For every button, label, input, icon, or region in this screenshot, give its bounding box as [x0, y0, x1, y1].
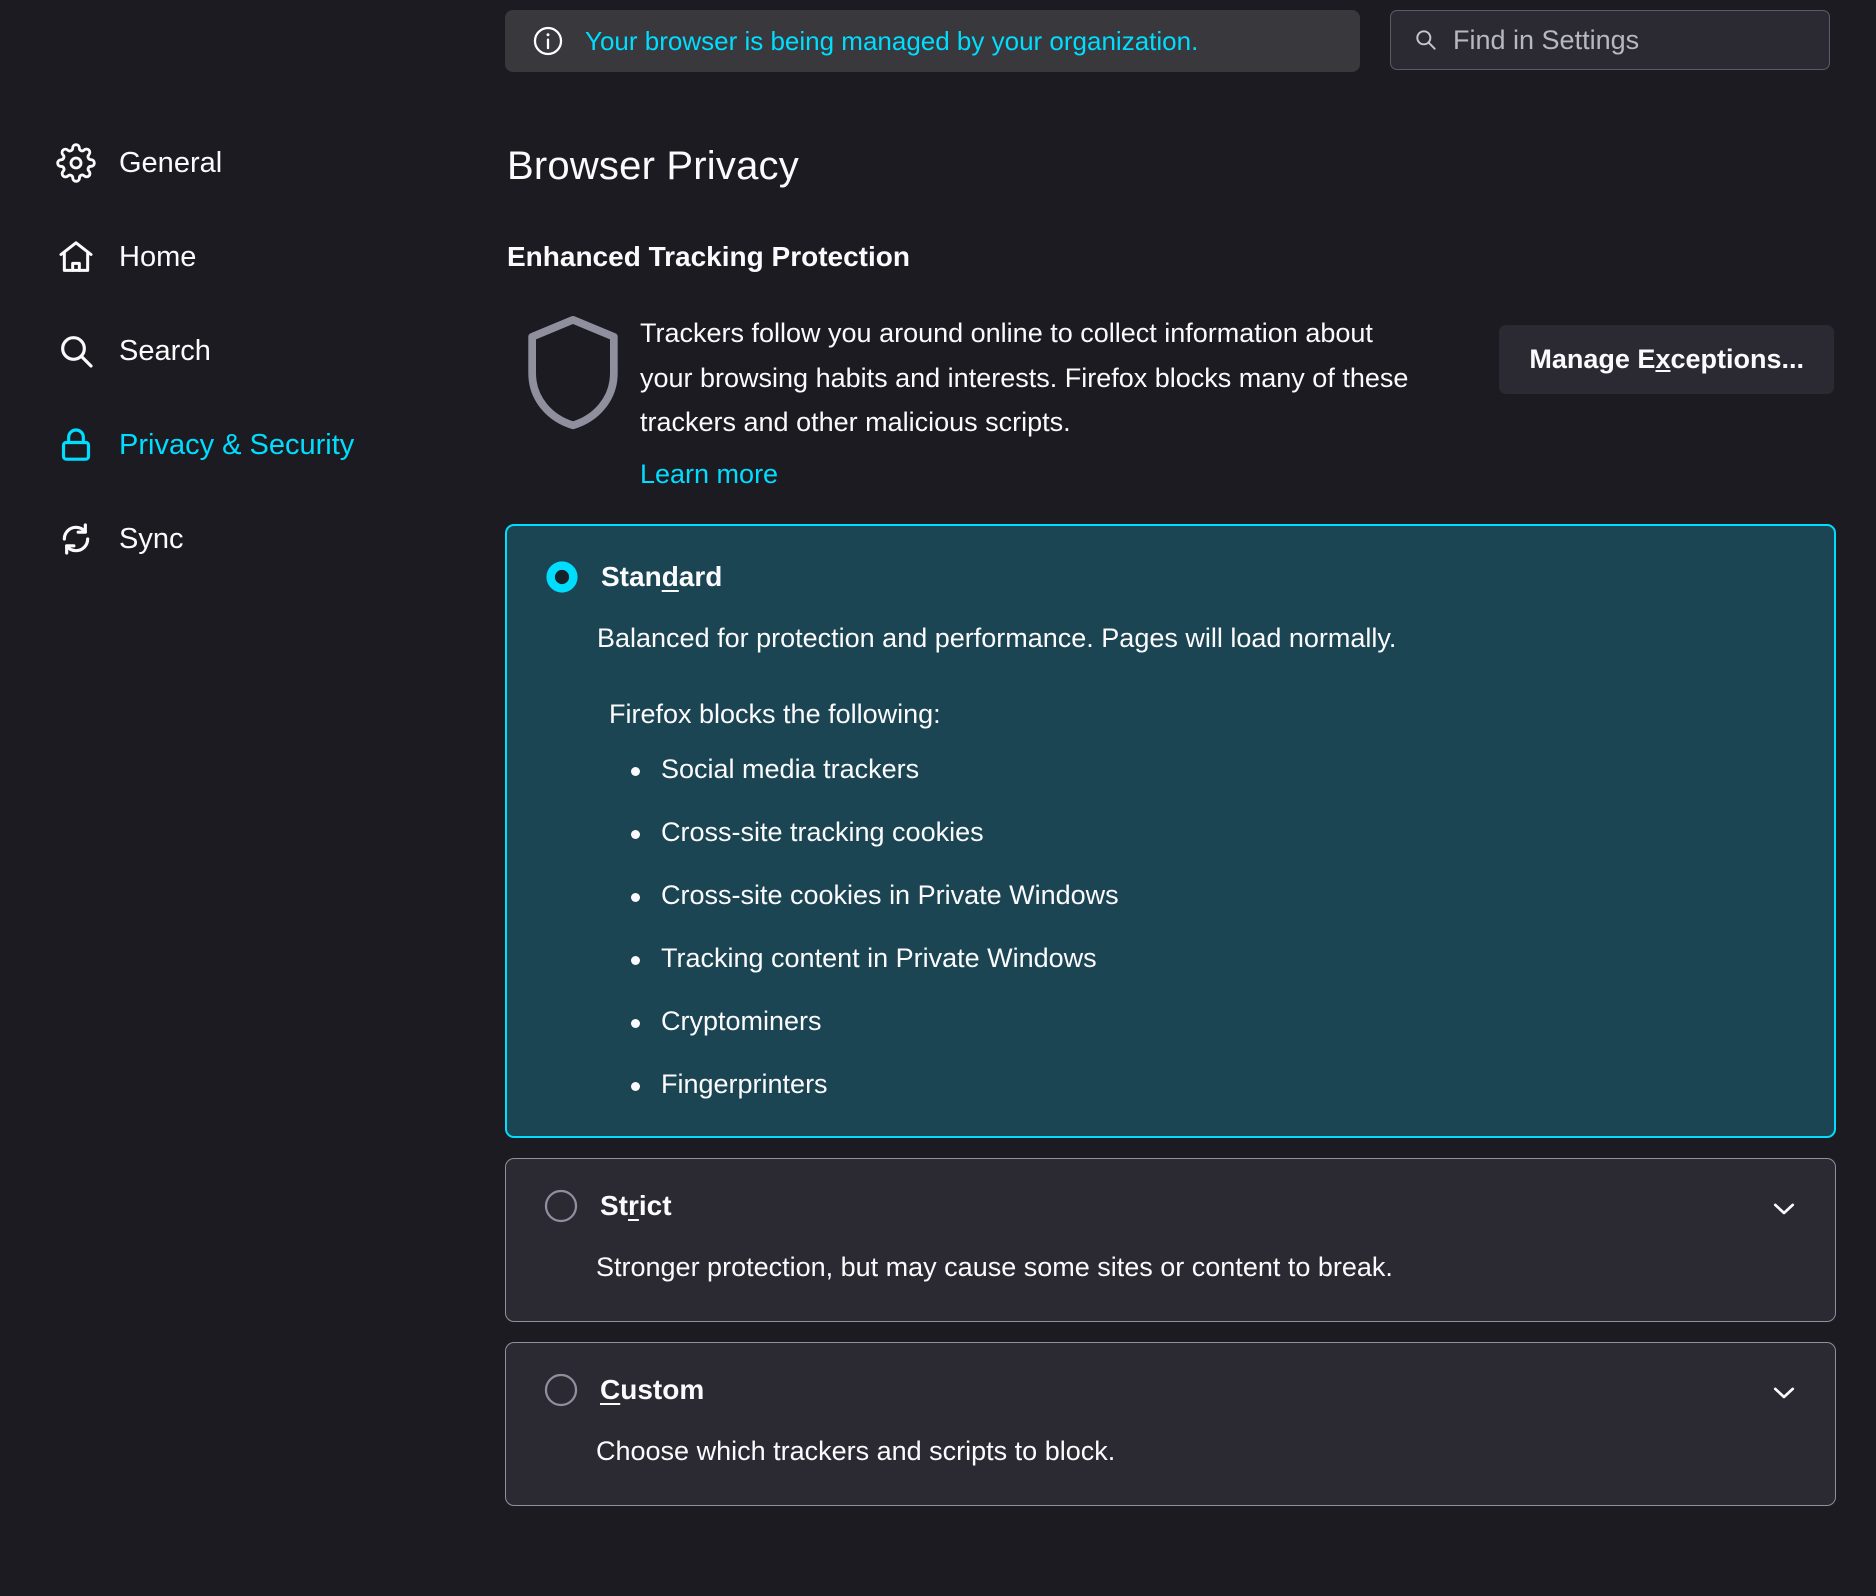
manage-exceptions-button[interactable]: Manage Exceptions... [1499, 325, 1834, 394]
section-title-enhanced-tracking-protection: Enhanced Tracking Protection [507, 241, 1836, 273]
list-item: Fingerprinters [629, 1071, 1796, 1098]
info-icon [531, 24, 565, 58]
lock-icon [55, 424, 97, 466]
shield-icon [505, 307, 640, 431]
etp-description-block: Trackers follow you around online to col… [640, 307, 1415, 490]
blocks-list-label: Firefox blocks the following: [609, 699, 1796, 730]
option-description-strict: Stronger protection, but may cause some … [596, 1249, 1797, 1287]
manage-exceptions-suffix: ceptions... [1670, 344, 1804, 374]
option-card-standard[interactable]: Standard Balanced for protection and per… [505, 524, 1836, 1139]
sidebar-item-privacy-security[interactable]: Privacy & Security [0, 410, 505, 480]
label-accesskey: d [662, 561, 679, 592]
list-item: Social media trackers [629, 756, 1796, 783]
settings-page: General Home Search [0, 0, 1876, 1596]
home-icon [55, 236, 97, 278]
option-header-strict: Strict [544, 1189, 1797, 1223]
label-suffix: ustom [620, 1374, 704, 1405]
search-input[interactable] [1453, 25, 1807, 56]
option-header-standard: Standard [545, 560, 1796, 594]
sidebar-item-sync[interactable]: Sync [0, 504, 505, 574]
sidebar-item-general[interactable]: General [0, 128, 505, 198]
option-description-standard: Balanced for protection and performance.… [597, 620, 1796, 658]
option-description-custom: Choose which trackers and scripts to blo… [596, 1433, 1797, 1471]
manage-exceptions-prefix: Manage E [1529, 344, 1655, 374]
gear-icon [55, 142, 97, 184]
list-item: Cryptominers [629, 1008, 1796, 1035]
notice-text: Your browser is being managed by your or… [585, 26, 1198, 57]
etp-intro-row: Trackers follow you around online to col… [505, 307, 1836, 490]
managed-by-organization-notice: Your browser is being managed by your or… [505, 10, 1360, 72]
label-accesskey: C [600, 1374, 620, 1405]
sidebar-item-label: Search [119, 337, 211, 366]
label-prefix: Stan [601, 561, 662, 592]
label-prefix: St [600, 1190, 628, 1221]
top-bar: Your browser is being managed by your or… [505, 0, 1836, 72]
option-label-custom: Custom [600, 1376, 704, 1404]
sidebar: General Home Search [0, 0, 505, 1596]
option-card-strict[interactable]: Strict Stronger protection, but may caus… [505, 1158, 1836, 1322]
chevron-down-icon[interactable] [1769, 1377, 1799, 1407]
list-item: Cross-site tracking cookies [629, 819, 1796, 846]
search-icon [1413, 27, 1439, 53]
find-in-settings-box[interactable] [1390, 10, 1830, 70]
blocked-items-list: Social media trackers Cross-site trackin… [629, 756, 1796, 1098]
label-suffix: ict [639, 1190, 672, 1221]
label-accesskey: r [628, 1190, 639, 1221]
sync-icon [55, 518, 97, 560]
main-content: Your browser is being managed by your or… [505, 0, 1876, 1596]
etp-description: Trackers follow you around online to col… [640, 311, 1415, 445]
protection-level-options: Standard Balanced for protection and per… [505, 524, 1836, 1506]
sidebar-item-label: Home [119, 243, 196, 272]
option-header-custom: Custom [544, 1373, 1797, 1407]
learn-more-link[interactable]: Learn more [640, 459, 778, 490]
list-item: Cross-site cookies in Private Windows [629, 882, 1796, 909]
page-title: Browser Privacy [507, 144, 1836, 189]
radio-button-standard[interactable] [545, 560, 579, 594]
option-label-strict: Strict [600, 1192, 672, 1220]
sidebar-item-home[interactable]: Home [0, 222, 505, 292]
sidebar-item-label: Privacy & Security [119, 431, 354, 460]
option-card-custom[interactable]: Custom Choose which trackers and scripts… [505, 1342, 1836, 1506]
radio-button-strict[interactable] [544, 1189, 578, 1223]
manage-exceptions-accesskey: x [1655, 344, 1670, 374]
radio-button-custom[interactable] [544, 1373, 578, 1407]
chevron-down-icon[interactable] [1769, 1193, 1799, 1223]
option-label-standard: Standard [601, 563, 722, 591]
sidebar-item-search[interactable]: Search [0, 316, 505, 386]
list-item: Tracking content in Private Windows [629, 945, 1796, 972]
sidebar-item-label: Sync [119, 525, 183, 554]
label-suffix: ard [679, 561, 723, 592]
sidebar-item-label: General [119, 149, 222, 178]
search-icon [55, 330, 97, 372]
